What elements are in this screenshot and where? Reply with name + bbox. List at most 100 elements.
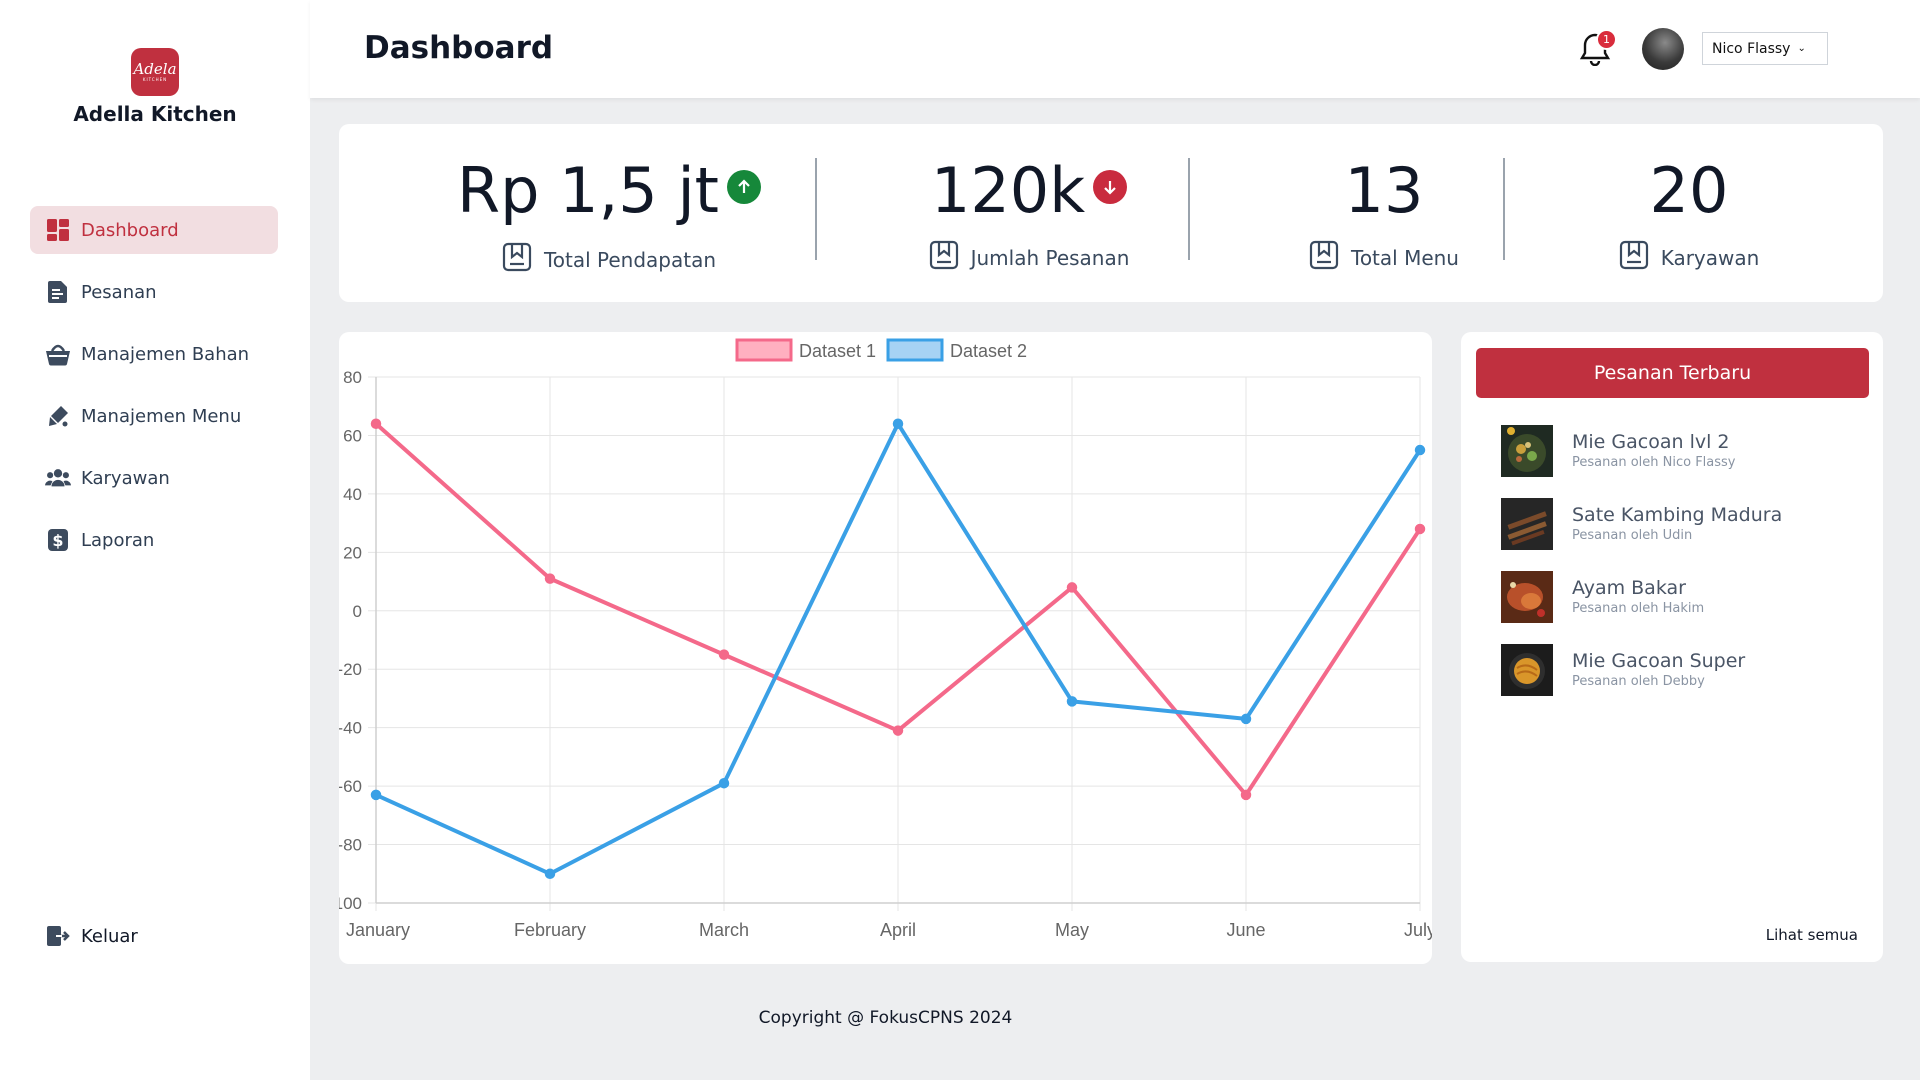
data-point <box>1414 523 1426 535</box>
y-tick-label: 0 <box>353 602 362 621</box>
stat-divider <box>1503 158 1505 260</box>
order-list: Mie Gacoan lvl 2 Pesanan oleh Nico Flass… <box>1501 425 1871 717</box>
food-thumbnail-icon <box>1501 425 1553 477</box>
stat-total-menu: 13 Total Menu <box>1219 124 1549 302</box>
sidebar-item-label: Karyawan <box>81 467 170 489</box>
sidebar: Adela KITCHEN Adella Kitchen Dashboard P… <box>0 0 310 1080</box>
logout-button[interactable]: Keluar <box>45 923 138 949</box>
avatar[interactable] <box>1642 28 1684 70</box>
bookmark-icon <box>1309 240 1339 275</box>
recent-orders-header[interactable]: Pesanan Terbaru <box>1476 348 1869 398</box>
bookmark-icon <box>502 242 532 277</box>
stat-karyawan: 20 Karyawan <box>1539 124 1839 302</box>
line-chart-card: 80 60 40 20 0 -20 -40 -60 -80 -100 January Februar… <box>339 332 1432 964</box>
sidebar-item-karyawan[interactable]: Karyawan <box>30 454 278 502</box>
food-thumbnail-icon <box>1501 644 1553 696</box>
data-point <box>718 649 730 660</box>
y-tick-label: 60 <box>343 426 362 445</box>
dashboard-grid-icon <box>45 217 71 243</box>
list-item[interactable]: Sate Kambing Madura Pesanan oleh Udin <box>1501 498 1871 550</box>
x-tick-label: May <box>1055 920 1089 940</box>
stat-label: Jumlah Pesanan <box>970 245 1130 270</box>
bookmark-icon <box>929 240 959 275</box>
arrow-up-icon <box>727 169 761 204</box>
svg-text:$: $ <box>52 531 63 550</box>
y-tick-label: 80 <box>343 368 362 387</box>
data-point <box>544 868 556 880</box>
list-item[interactable]: Mie Gacoan Super Pesanan oleh Debby <box>1501 644 1871 696</box>
logout-label: Keluar <box>81 925 138 947</box>
legend-label: Dataset 1 <box>799 341 876 361</box>
user-name: Nico Flassy <box>1712 40 1791 57</box>
list-item[interactable]: Mie Gacoan lvl 2 Pesanan oleh Nico Flass… <box>1501 425 1871 477</box>
stat-divider <box>815 158 817 260</box>
stat-value: 20 <box>1649 154 1729 227</box>
order-name: Ayam Bakar <box>1572 577 1686 599</box>
sidebar-item-label: Laporan <box>81 529 155 551</box>
data-point <box>718 777 730 789</box>
brand-logo: Adela KITCHEN <box>131 48 179 96</box>
data-point <box>892 418 904 430</box>
see-all-link[interactable]: Lihat semua <box>1766 926 1858 944</box>
x-tick-label: January <box>346 920 410 940</box>
order-by: Pesanan oleh Hakim <box>1572 601 1705 616</box>
data-point <box>370 789 382 801</box>
sidebar-item-manajemen-bahan[interactable]: Manajemen Bahan <box>30 330 278 378</box>
document-icon <box>45 279 71 305</box>
logout-icon <box>45 923 71 949</box>
dollar-icon: $ <box>45 527 71 553</box>
stat-label: Karyawan <box>1660 245 1760 270</box>
y-tick-label: -80 <box>339 836 362 855</box>
sidebar-item-dashboard[interactable]: Dashboard <box>30 206 278 254</box>
x-tick-label: April <box>880 920 916 940</box>
x-tick-label: July <box>1404 920 1432 940</box>
sidebar-nav: Dashboard Pesanan Manajemen Bahan Manaje… <box>30 206 278 578</box>
stat-value: Rp 1,5 jt <box>457 154 719 227</box>
users-icon <box>45 465 71 491</box>
bookmark-icon <box>1619 240 1649 275</box>
list-item[interactable]: Ayam Bakar Pesanan oleh Hakim <box>1501 571 1871 623</box>
x-tick-label: February <box>514 920 586 940</box>
sidebar-item-label: Dashboard <box>81 219 179 241</box>
data-point <box>1414 444 1426 456</box>
legend-label: Dataset 2 <box>950 341 1027 361</box>
order-by: Pesanan oleh Debby <box>1572 674 1705 689</box>
data-point <box>1240 713 1252 725</box>
sidebar-item-manajemen-menu[interactable]: Manajemen Menu <box>30 392 278 440</box>
stat-value: 13 <box>1344 154 1424 227</box>
data-point <box>370 418 382 430</box>
food-thumbnail-icon <box>1501 498 1553 550</box>
y-tick-label: -60 <box>339 777 362 796</box>
x-tick-label: June <box>1226 920 1265 940</box>
brand-name: Adella Kitchen <box>73 102 237 126</box>
pen-icon <box>45 403 71 429</box>
sidebar-item-laporan[interactable]: $ Laporan <box>30 516 278 564</box>
order-name: Sate Kambing Madura <box>1572 504 1783 526</box>
recent-orders-panel: Pesanan Terbaru Mie Gacoan lvl 2 Pesanan… <box>1461 332 1883 962</box>
notification-badge: 1 <box>1596 29 1617 50</box>
order-by: Pesanan oleh Udin <box>1572 528 1693 543</box>
y-tick-label: 40 <box>343 485 362 504</box>
arrow-down-icon <box>1093 169 1128 204</box>
data-point <box>1066 582 1078 593</box>
line-chart: 80 60 40 20 0 -20 -40 -60 -80 -100 January Februar… <box>339 338 1432 940</box>
legend-swatch <box>735 338 793 362</box>
data-point <box>1240 789 1252 801</box>
y-tick-label: -20 <box>339 660 362 679</box>
user-menu-select[interactable]: Nico Flassy ⌄ <box>1702 32 1828 65</box>
stat-label: Total Menu <box>1351 245 1459 270</box>
sidebar-item-label: Manajemen Menu <box>81 405 242 427</box>
footer-copyright: Copyright @ FokusCPNS 2024 <box>758 1008 1013 1028</box>
sidebar-item-label: Pesanan <box>81 281 157 303</box>
chevron-down-icon: ⌄ <box>1797 43 1806 54</box>
data-point <box>892 725 904 736</box>
page-title: Dashboard <box>364 30 554 66</box>
stat-label: Total Pendapatan <box>543 247 717 272</box>
stat-total-pendapatan: Rp 1,5 jt Total Pendapatan <box>429 124 789 302</box>
data-point <box>1066 696 1078 707</box>
stat-jumlah-pesanan: 120k Jumlah Pesanan <box>879 124 1179 302</box>
top-header: Dashboard 1 Nico Flassy ⌄ <box>310 0 1920 98</box>
stat-divider <box>1188 158 1190 260</box>
sidebar-item-pesanan[interactable]: Pesanan <box>30 268 278 316</box>
sidebar-item-label: Manajemen Bahan <box>81 343 250 365</box>
